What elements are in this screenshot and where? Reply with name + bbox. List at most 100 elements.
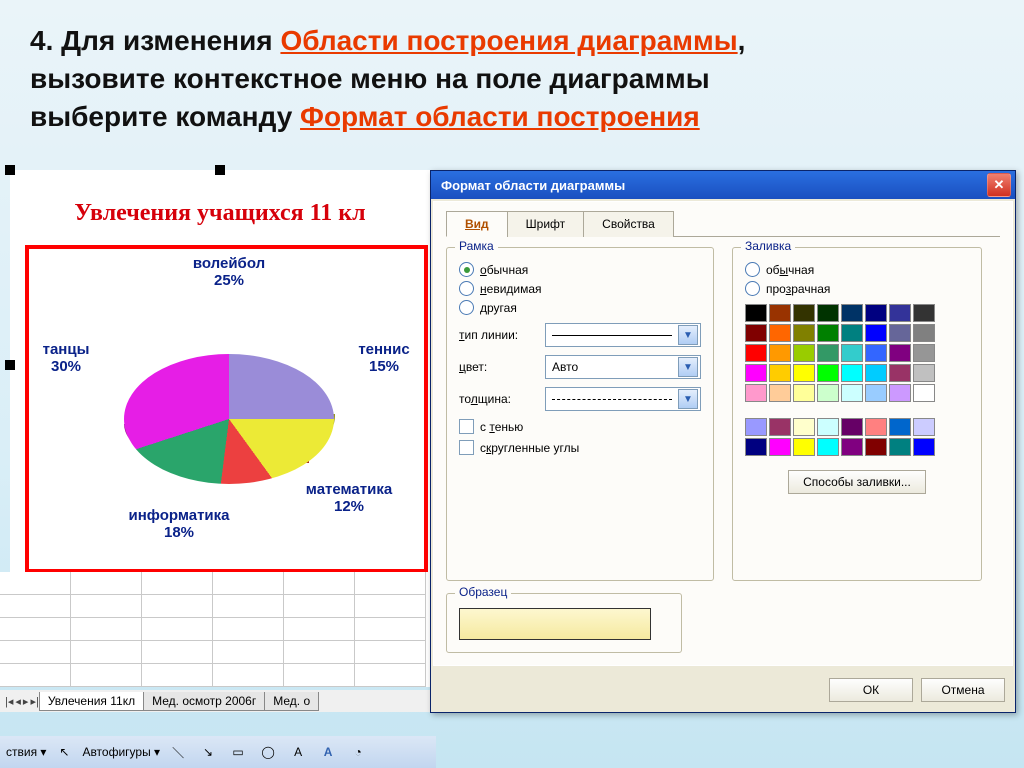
drawing-toolbar: ствия ▾ ↖ Автофигуры ▾ ＼ ↘ ▭ ◯ A A ◔	[0, 736, 436, 768]
radio-icon	[745, 281, 760, 296]
color-swatch[interactable]	[889, 364, 911, 382]
color-swatch[interactable]	[913, 364, 935, 382]
color-swatch[interactable]	[769, 324, 791, 342]
color-swatch[interactable]	[865, 384, 887, 402]
color-swatch[interactable]	[793, 364, 815, 382]
color-swatch[interactable]	[817, 304, 839, 322]
color-swatch[interactable]	[817, 418, 839, 436]
wordart-icon[interactable]: A	[316, 740, 340, 764]
line-icon[interactable]: ＼	[166, 740, 190, 764]
tab-font[interactable]: Шрифт	[507, 211, 584, 237]
fill-effects-button[interactable]: Способы заливки...	[788, 470, 926, 494]
color-swatch[interactable]	[841, 384, 863, 402]
radio-fill-normal[interactable]: обычная	[745, 262, 969, 277]
tab-view[interactable]: Вид	[446, 211, 508, 237]
color-swatch[interactable]	[745, 438, 767, 456]
radio-fill-transparent[interactable]: прозрачная	[745, 281, 969, 296]
color-swatch[interactable]	[841, 418, 863, 436]
checkbox-shadow[interactable]: с тенью	[459, 419, 701, 434]
color-swatch[interactable]	[841, 324, 863, 342]
dialog-titlebar[interactable]: Формат области диаграммы ✕	[431, 171, 1015, 199]
tab-nav-next[interactable]: ▸	[23, 695, 29, 708]
color-swatch[interactable]	[745, 304, 767, 322]
textbox-icon[interactable]: A	[286, 740, 310, 764]
color-swatch[interactable]	[769, 384, 791, 402]
color-swatch[interactable]	[817, 438, 839, 456]
color-swatch[interactable]	[889, 438, 911, 456]
sheet-tab-active[interactable]: Увлечения 11кл	[39, 692, 144, 711]
color-swatch[interactable]	[841, 344, 863, 362]
tab-properties[interactable]: Свойства	[583, 211, 674, 237]
color-swatch[interactable]	[913, 418, 935, 436]
checkbox-rounded[interactable]: скругленные углы	[459, 440, 701, 455]
color-swatch[interactable]	[817, 344, 839, 362]
color-swatch[interactable]	[793, 438, 815, 456]
tab-nav-first[interactable]: |◂	[5, 695, 13, 708]
color-swatch[interactable]	[769, 438, 791, 456]
sheet-tab-3[interactable]: Мед. о	[264, 692, 319, 711]
color-swatch[interactable]	[769, 304, 791, 322]
oval-icon[interactable]: ◯	[256, 740, 280, 764]
color-swatch[interactable]	[817, 364, 839, 382]
tab-nav-last[interactable]: ▸|	[30, 695, 38, 708]
sheet-tab-bar[interactable]: |◂ ◂ ▸ ▸| Увлечения 11кл Мед. осмотр 200…	[0, 690, 434, 712]
color-swatch[interactable]	[745, 344, 767, 362]
color-swatch[interactable]	[817, 324, 839, 342]
color-swatch[interactable]	[889, 304, 911, 322]
color-swatch[interactable]	[841, 304, 863, 322]
plot-area[interactable]: волейбол25% теннис15% математика12% инфо…	[25, 245, 428, 573]
color-swatch[interactable]	[793, 304, 815, 322]
color-swatch[interactable]	[817, 384, 839, 402]
color-swatch[interactable]	[889, 324, 911, 342]
cancel-button[interactable]: Отмена	[921, 678, 1005, 702]
rectangle-icon[interactable]: ▭	[226, 740, 250, 764]
autoshapes-button[interactable]: Автофигуры ▾	[82, 745, 160, 759]
color-swatch[interactable]	[793, 418, 815, 436]
color-swatch[interactable]	[865, 438, 887, 456]
color-swatch[interactable]	[865, 304, 887, 322]
select-objects-icon[interactable]: ↖	[52, 740, 76, 764]
radio-border-normal[interactable]: обычная	[459, 262, 701, 277]
color-swatch[interactable]	[745, 324, 767, 342]
color-swatch[interactable]	[889, 418, 911, 436]
radio-border-custom[interactable]: другая	[459, 300, 701, 315]
chart-object[interactable]: Увлечения учащихся 11 кл волейбол25% тен…	[10, 170, 430, 620]
color-combo[interactable]: Авто ▼	[545, 355, 701, 379]
color-swatch[interactable]	[913, 304, 935, 322]
color-swatch[interactable]	[793, 344, 815, 362]
sheet-tab-2[interactable]: Мед. осмотр 2006г	[143, 692, 265, 711]
color-swatch[interactable]	[913, 324, 935, 342]
color-swatch[interactable]	[769, 418, 791, 436]
color-swatch[interactable]	[745, 384, 767, 402]
ok-button[interactable]: ОК	[829, 678, 913, 702]
worksheet-grid[interactable]	[0, 572, 430, 687]
diagram-icon[interactable]: ◔	[346, 740, 370, 764]
radio-border-invisible[interactable]: невидимая	[459, 281, 701, 296]
line-type-combo[interactable]: ▼	[545, 323, 701, 347]
color-swatch[interactable]	[793, 324, 815, 342]
color-swatch[interactable]	[913, 344, 935, 362]
arrow-icon[interactable]: ↘	[196, 740, 220, 764]
color-swatch[interactable]	[769, 364, 791, 382]
color-swatch[interactable]	[913, 384, 935, 402]
color-swatch[interactable]	[865, 418, 887, 436]
color-swatch[interactable]	[913, 438, 935, 456]
data-label-math: математика12%	[294, 481, 404, 516]
chevron-down-icon: ▼	[678, 325, 698, 345]
color-swatch[interactable]	[889, 344, 911, 362]
close-icon[interactable]: ✕	[987, 173, 1011, 197]
color-swatch[interactable]	[769, 344, 791, 362]
color-swatch[interactable]	[745, 418, 767, 436]
color-swatch[interactable]	[865, 344, 887, 362]
chart-title: Увлечения учащихся 11 кл	[10, 200, 430, 227]
tab-nav-prev[interactable]: ◂	[15, 695, 21, 708]
color-swatch[interactable]	[889, 384, 911, 402]
color-swatch[interactable]	[793, 384, 815, 402]
weight-combo[interactable]: ▼	[545, 387, 701, 411]
dialog-title: Формат области диаграммы	[441, 178, 625, 193]
color-swatch[interactable]	[841, 438, 863, 456]
color-swatch[interactable]	[745, 364, 767, 382]
color-swatch[interactable]	[865, 364, 887, 382]
color-swatch[interactable]	[865, 324, 887, 342]
color-swatch[interactable]	[841, 364, 863, 382]
